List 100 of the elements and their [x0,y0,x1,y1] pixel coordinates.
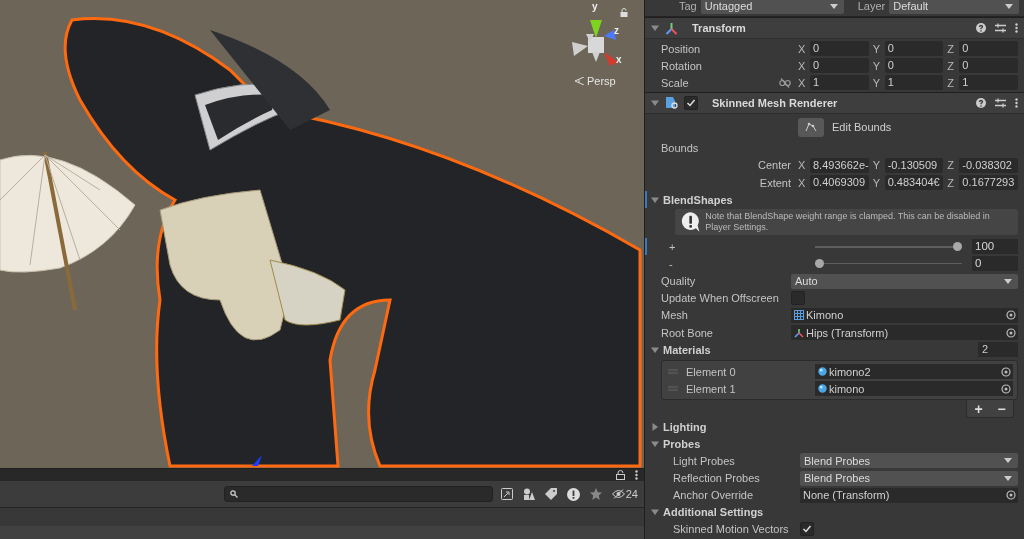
number-field[interactable]: -0.038302 [959,157,1018,173]
shapes-icon[interactable] [522,488,535,500]
search-field[interactable] [223,486,493,502]
property-label: Root Bone [661,326,714,339]
array-size-field[interactable]: 2 [978,342,1018,358]
warning-icon[interactable] [566,487,580,501]
remove-button[interactable]: − [997,401,1006,416]
number-field[interactable]: 1 [810,75,869,91]
tag-icon[interactable] [544,488,557,500]
help-icon[interactable] [976,97,986,108]
lock-icon[interactable] [620,8,628,17]
checkbox[interactable] [800,522,814,537]
kebab-menu-icon[interactable] [635,470,638,480]
component-header[interactable]: Transform [645,17,1024,39]
lock-icon[interactable] [616,470,625,480]
object-field[interactable]: None (Transform) [800,487,1003,503]
slider-thumb[interactable] [815,259,824,269]
number-field[interactable]: 0 [884,41,944,57]
help-icon[interactable] [976,23,986,33]
slider-thumb[interactable] [953,242,962,252]
component-header[interactable]: Skinned Mesh Renderer [645,91,1024,114]
object-field[interactable]: Kimono [791,307,1003,323]
search-icon [229,490,238,498]
object-field[interactable]: kimono2 [815,364,998,380]
object-field[interactable]: kimono [815,381,998,397]
grid-icon [794,310,804,321]
layer-dropdown[interactable]: Default [889,0,1020,14]
number-field[interactable]: 100 [972,239,1018,255]
kebab-menu-icon[interactable] [1015,23,1018,33]
property-label: Scale [661,76,690,89]
number-field[interactable]: 8.493662e- [810,157,869,173]
expanded-triangle-icon[interactable] [651,439,659,448]
axis-label: Z [947,159,956,172]
section-title: Lighting [663,420,707,433]
dropdown[interactable]: Auto [791,273,1018,289]
edit-bounds-button[interactable] [798,117,824,137]
property-label: Extent [758,176,791,189]
axes-icon [665,21,678,35]
expanded-triangle-icon[interactable] [651,24,659,32]
target-icon [1000,383,1011,394]
object-picker-button[interactable] [1003,307,1018,323]
bounds-icon [805,122,817,133]
number-field[interactable]: 0.4069309 [810,175,869,191]
expanded-triangle-icon[interactable] [651,345,659,354]
projection-toggle[interactable]: Persp [574,75,616,87]
expanded-triangle-icon[interactable] [651,508,659,517]
component-title: Transform [692,22,746,34]
property-label: Anchor Override [673,489,755,502]
caret-icon [1004,278,1012,284]
number-field[interactable]: 0 [884,58,944,74]
blendshape-label: + [668,240,677,253]
axis-label: Y [872,59,881,72]
expanded-triangle-icon[interactable] [651,98,659,107]
help-text: Note that BlendShape weight range is clamped. This can be disabled in Player Settings. [705,211,991,234]
axis-handle-icon[interactable] [252,455,262,466]
property-label: Position [661,42,702,55]
property-label: Quality [661,275,697,288]
number-field[interactable]: 0 [959,58,1018,74]
collapsed-triangle-icon[interactable] [651,422,659,431]
number-field[interactable]: 0 [810,58,869,74]
number-field[interactable]: 0 [972,256,1018,272]
axis-label: X [798,76,806,89]
expanded-triangle-icon[interactable] [651,195,659,204]
tag-dropdown[interactable]: Untagged [700,0,844,14]
caret-icon [1004,475,1012,481]
section-title: BlendShapes [663,193,733,206]
number-field[interactable]: 0.1677293 [959,175,1018,191]
number-field[interactable]: 1 [959,75,1018,91]
object-field[interactable]: Hips (Transform) [791,325,1003,341]
edit-bounds-label: Edit Bounds [832,121,892,134]
presets-icon[interactable] [995,97,1006,108]
add-button[interactable]: + [974,401,983,416]
number-field[interactable]: 0 [959,41,1018,57]
broken-link-icon[interactable] [779,77,791,88]
object-picker-button[interactable] [1003,325,1018,341]
property-label: Skinned Motion Vectors [673,523,790,536]
enabled-checkbox[interactable] [684,95,698,110]
kebab-menu-icon[interactable] [1015,97,1018,108]
axis-label: Y [872,42,881,55]
star-icon[interactable] [589,488,602,500]
element-label: Element 0 [686,365,737,378]
object-picker-button[interactable] [1003,487,1018,503]
dropdown[interactable]: Blend Probes [800,470,1018,486]
number-field[interactable]: -0.130509 [884,157,944,173]
hidden-count-toggle[interactable]: 24 [611,488,638,500]
object-picker-button[interactable] [998,381,1013,397]
number-field[interactable]: 0 [810,41,869,57]
property-label: Light Probes [673,454,736,467]
property-label: Update When Offscreen [661,292,780,305]
object-picker-button[interactable] [998,364,1013,380]
scene-viewport[interactable]: y z x Persp [0,0,644,469]
presets-icon[interactable] [995,23,1006,33]
caret-icon [829,3,838,9]
search-in-window-icon[interactable] [500,488,513,500]
axis-label: Y [872,76,881,89]
axis-label: Z [947,176,956,189]
hidden-eye-icon [611,489,625,499]
dropdown[interactable]: Blend Probes [800,453,1018,469]
number-field[interactable]: 1 [884,75,944,91]
number-field[interactable]: 0.483404€ [884,175,944,191]
